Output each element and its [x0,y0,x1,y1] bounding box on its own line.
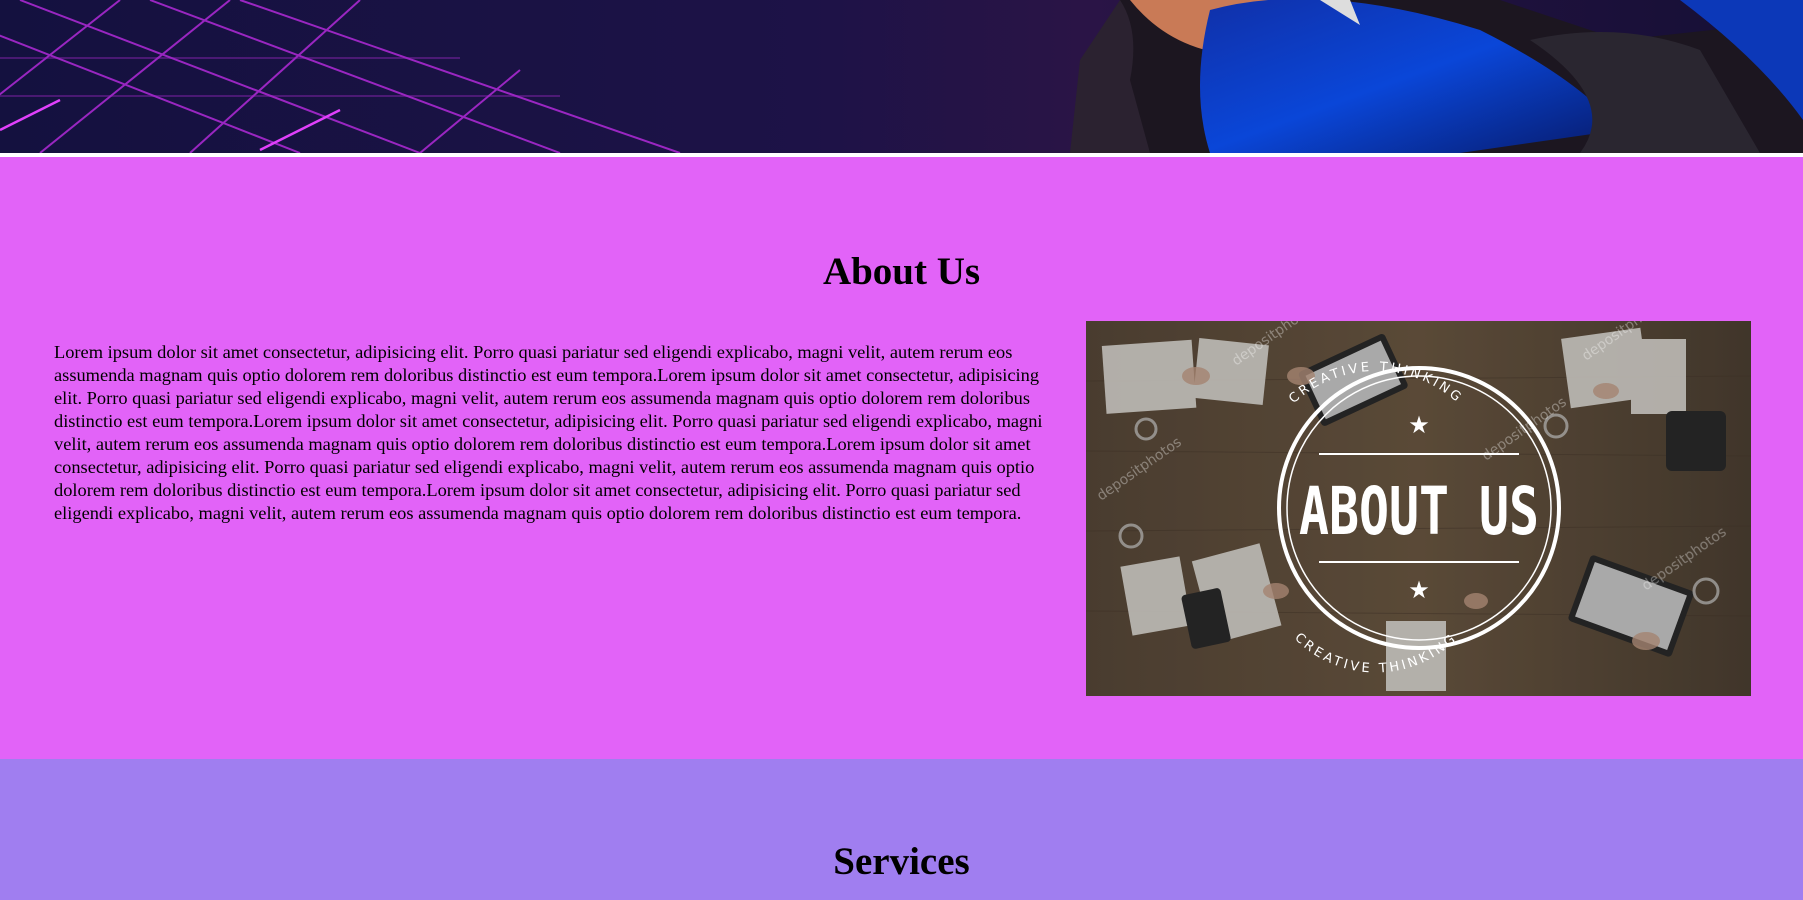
hero-person-image [1070,0,1803,153]
badge-main-text: ABOUT US [1299,473,1539,550]
about-paragraph: Lorem ipsum dolor sit amet consectetur, … [54,342,1043,523]
svg-text:★: ★ [1408,576,1430,604]
svg-text:★: ★ [1408,411,1430,439]
services-title: Services [833,840,970,883]
about-us-image: ★ ★ ABOUT US CREATIVE THINKING CREATIVE … [1086,321,1751,696]
about-title: About Us [822,250,981,293]
hero-grid-graphic [0,0,681,153]
services-section: Services [0,759,1803,900]
about-section: About Us Lorem ipsum dolor sit amet cons… [0,157,1803,759]
hero-banner [0,0,1803,153]
